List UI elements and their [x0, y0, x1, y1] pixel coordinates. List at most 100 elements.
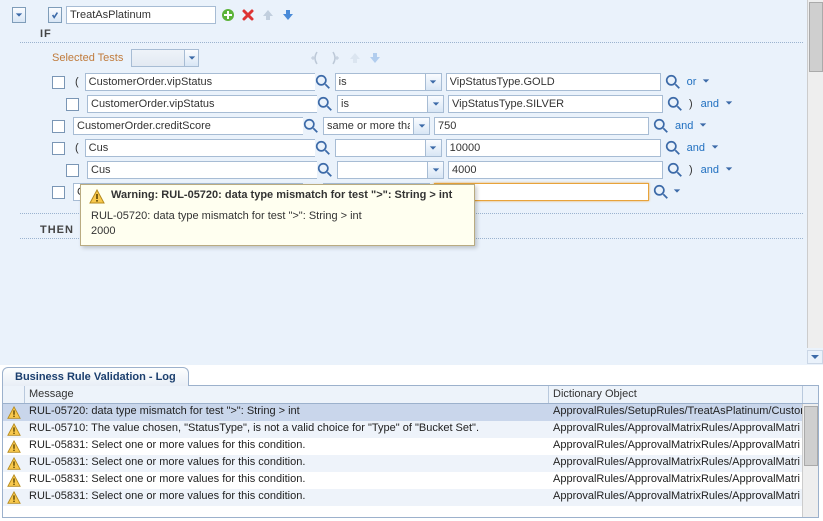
operator-dropdown-icon[interactable]: [413, 117, 430, 135]
log-header: Message Dictionary Object: [3, 386, 818, 404]
log-row[interactable]: RUL-05831: Select one or more values for…: [3, 489, 818, 506]
row-checkbox[interactable]: [52, 76, 65, 89]
condition-row: ) and: [66, 161, 811, 179]
lhs-input[interactable]: [85, 139, 315, 157]
operator-dropdown-icon[interactable]: [427, 161, 444, 179]
row-checkbox[interactable]: [66, 164, 79, 177]
warning-icon: [3, 472, 25, 489]
operator-dropdown-icon[interactable]: [425, 139, 442, 157]
warning-icon: [3, 404, 25, 421]
log-dictionary-object: ApprovalRules/ApprovalMatrixRules/Approv…: [549, 455, 803, 472]
operator-dropdown-icon[interactable]: [425, 73, 442, 91]
warning-icon: [3, 455, 25, 472]
log-message: RUL-05831: Select one or more values for…: [25, 438, 549, 455]
rhs-input[interactable]: [448, 95, 663, 113]
panel-expand-toggle[interactable]: [807, 350, 823, 364]
selected-tests-dropdown[interactable]: [131, 49, 199, 67]
row-menu-icon[interactable]: [699, 120, 707, 132]
log-col-icon: [3, 386, 25, 403]
log-message: RUL-05831: Select one or more values for…: [25, 455, 549, 472]
row-menu-icon[interactable]: [673, 186, 681, 198]
validation-log-tab[interactable]: Business Rule Validation - Log: [2, 367, 189, 386]
tooltip-body-line2: 2000: [91, 224, 466, 239]
row-checkbox[interactable]: [52, 142, 65, 155]
operator-dropdown-icon[interactable]: [427, 95, 444, 113]
row-menu-icon[interactable]: [702, 76, 710, 88]
tests-move-down-icon[interactable]: [367, 50, 383, 66]
row-checkbox[interactable]: [66, 98, 79, 111]
operator-input[interactable]: [335, 139, 425, 157]
editor-vertical-scrollbar[interactable]: [807, 0, 823, 348]
move-down-icon[interactable]: [280, 7, 296, 23]
rule-editor-panel: IF Selected Tests ( or: [0, 0, 823, 365]
move-up-icon[interactable]: [260, 7, 276, 23]
lhs-input[interactable]: [87, 95, 317, 113]
validation-tooltip: Warning: RUL-05720: data type mismatch f…: [80, 184, 475, 246]
divider: [20, 42, 803, 43]
rhs-input[interactable]: [434, 117, 649, 135]
log-row[interactable]: RUL-05831: Select one or more values for…: [3, 455, 818, 472]
log-row[interactable]: RUL-05831: Select one or more values for…: [3, 438, 818, 455]
paren-right-icon[interactable]: [327, 50, 343, 66]
condition-row: and: [52, 117, 811, 135]
lhs-input[interactable]: [87, 161, 317, 179]
condition-row: ( or: [52, 73, 811, 91]
lhs-input[interactable]: [73, 117, 303, 135]
warning-icon: [3, 438, 25, 455]
connector-link[interactable]: and: [699, 164, 721, 176]
operator-input[interactable]: [323, 117, 413, 135]
row-menu-icon[interactable]: [711, 142, 719, 154]
operator-input[interactable]: [337, 95, 427, 113]
log-dictionary-object: ApprovalRules/ApprovalMatrixRules/Approv…: [549, 438, 803, 455]
lhs-input[interactable]: [85, 73, 315, 91]
lhs-search-icon[interactable]: [317, 162, 333, 178]
paren-left-icon[interactable]: [307, 50, 323, 66]
rule-name-input[interactable]: [66, 6, 216, 24]
row-menu-icon[interactable]: [725, 164, 733, 176]
log-dictionary-object: ApprovalRules/ApprovalMatrixRules/Approv…: [549, 421, 803, 438]
rhs-input[interactable]: [446, 139, 661, 157]
rhs-search-icon[interactable]: [667, 162, 683, 178]
rhs-search-icon[interactable]: [653, 184, 669, 200]
row-checkbox[interactable]: [52, 120, 65, 133]
add-icon[interactable]: [220, 7, 236, 23]
collapse-toggle[interactable]: [12, 7, 26, 23]
open-paren: (: [73, 142, 81, 154]
rule-header-row: [12, 6, 811, 24]
operator-input[interactable]: [335, 73, 425, 91]
warning-icon: [3, 489, 25, 506]
connector-link[interactable]: and: [685, 142, 707, 154]
tooltip-title: Warning: RUL-05720: data type mismatch f…: [111, 189, 452, 201]
close-paren: ): [687, 164, 695, 176]
rhs-input[interactable]: [446, 73, 661, 91]
rhs-input[interactable]: [448, 161, 663, 179]
close-paren: ): [687, 98, 695, 110]
tests-move-up-icon[interactable]: [347, 50, 363, 66]
delete-icon[interactable]: [240, 7, 256, 23]
log-row[interactable]: RUL-05831: Select one or more values for…: [3, 472, 818, 489]
selected-tests-row: Selected Tests: [52, 49, 811, 67]
validation-log-panel: Business Rule Validation - Log Message D…: [2, 385, 819, 518]
log-vertical-scrollbar[interactable]: [802, 404, 818, 517]
connector-link[interactable]: and: [699, 98, 721, 110]
log-col-message[interactable]: Message: [25, 386, 549, 403]
warning-icon: [3, 421, 25, 438]
log-dictionary-object: ApprovalRules/SetupRules/TreatAsPlatinum…: [549, 404, 803, 421]
operator-input[interactable]: [337, 161, 427, 179]
log-col-dictionary[interactable]: Dictionary Object: [549, 386, 803, 403]
log-row[interactable]: RUL-05710: The value chosen, "StatusType…: [3, 421, 818, 438]
selected-tests-label: Selected Tests: [52, 52, 123, 64]
log-dictionary-object: ApprovalRules/ApprovalMatrixRules/Approv…: [549, 472, 803, 489]
log-row[interactable]: RUL-05720: data type mismatch for test "…: [3, 404, 818, 421]
log-dictionary-object: ApprovalRules/ApprovalMatrixRules/Approv…: [549, 489, 803, 506]
rule-enabled-toggle[interactable]: [48, 7, 62, 23]
warning-icon: [89, 189, 105, 205]
row-menu-icon[interactable]: [725, 98, 733, 110]
connector-link[interactable]: or: [685, 76, 699, 88]
log-message: RUL-05831: Select one or more values for…: [25, 489, 549, 506]
if-label: IF: [40, 28, 811, 40]
condition-row: ( and: [52, 139, 811, 157]
open-paren: (: [73, 76, 81, 88]
condition-row: ) and: [66, 95, 811, 113]
row-checkbox[interactable]: [52, 186, 65, 199]
